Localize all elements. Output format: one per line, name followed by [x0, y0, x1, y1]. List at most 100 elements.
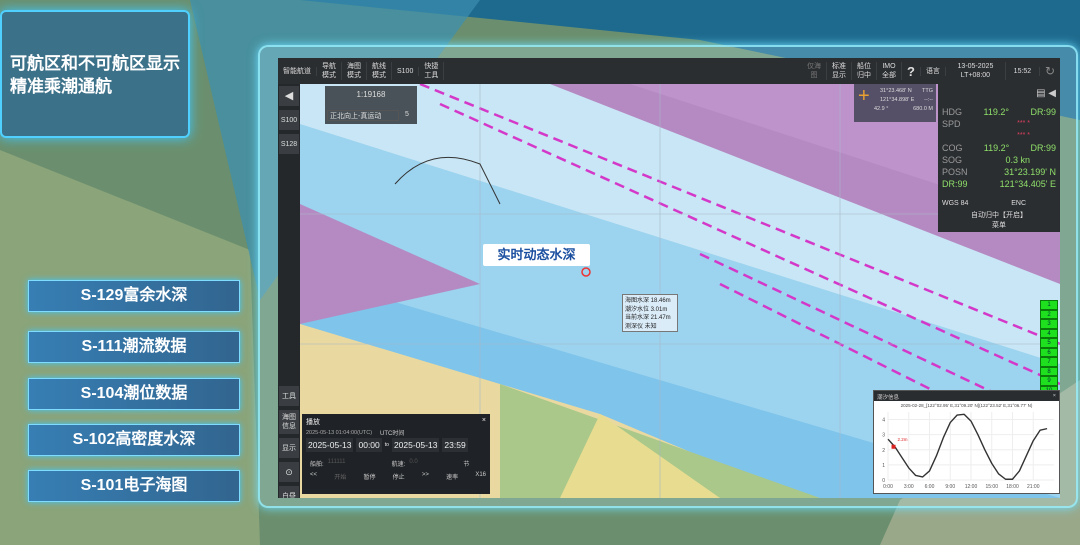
- speed-label: 航速:: [391, 462, 406, 468]
- depth-level-6: 6: [1040, 347, 1058, 357]
- chart-mode-button[interactable]: 海图 模式: [342, 62, 367, 80]
- speed-input[interactable]: 0.0: [409, 459, 459, 468]
- screenshot-icon[interactable]: ⊙: [279, 462, 299, 482]
- standard-display-button[interactable]: 标准 显示: [827, 62, 852, 80]
- x-tick-label: 3:00: [904, 484, 914, 490]
- orientation-select[interactable]: 正北向上-真运动: [327, 110, 399, 121]
- tools-button[interactable]: 工具: [279, 386, 299, 406]
- close-icon[interactable]: ×: [1053, 393, 1056, 399]
- from-time-input[interactable]: 00:00: [356, 438, 382, 452]
- s102-button[interactable]: S-102高密度水深: [28, 424, 240, 456]
- date: 13-05-2025: [957, 63, 994, 70]
- forward-button[interactable]: >>: [422, 472, 429, 481]
- scale-panel: 1:19168 正北向上-真运动 5: [325, 86, 417, 124]
- collapse-arrow-icon[interactable]: ◀: [279, 86, 299, 106]
- s100-side-button[interactable]: S100: [279, 110, 299, 130]
- ship-label: 船舶:: [310, 462, 324, 468]
- chart-info-button[interactable]: 海图 信息: [279, 410, 299, 434]
- s128-side-button[interactable]: S128: [279, 134, 299, 154]
- posn-lon: 121°34.405' E: [999, 179, 1056, 189]
- timezone: LT+08:00: [960, 72, 991, 79]
- chart-type: ENC: [1011, 200, 1026, 207]
- depth-scale: 1234567891011: [1040, 300, 1058, 405]
- smart-channel-button[interactable]: 智能航道: [278, 66, 317, 76]
- x-tick-label: 0:00: [883, 484, 893, 490]
- feature-title-box: 可航区和不可航区显示 精准乘潮通航: [0, 10, 190, 138]
- nav-mode-button[interactable]: 导航 模式: [317, 62, 342, 80]
- x-tick-label: 18:00: [1006, 484, 1019, 490]
- language-button[interactable]: 语言: [921, 66, 946, 76]
- center-ship-button[interactable]: 船位 归中: [852, 62, 877, 80]
- daylight-button[interactable]: 白昼: [279, 486, 299, 498]
- crosshair-icon: +: [858, 85, 870, 107]
- datetime: 13-05-2025 LT+08:00: [946, 62, 1006, 80]
- rate-value[interactable]: X16: [475, 472, 486, 481]
- refresh-icon[interactable]: ↻: [1040, 65, 1060, 77]
- top-toolbar: 智能航道 导航 模式 海图 模式 航线 模式 S100 快捷 工具 仅海 图 标…: [278, 58, 1060, 84]
- scale-step[interactable]: 5: [405, 111, 409, 118]
- help-button[interactable]: ?: [902, 65, 921, 78]
- clock: 15:52: [1006, 66, 1040, 76]
- s101-button[interactable]: S-101电子海图: [28, 470, 240, 502]
- chart-only-button[interactable]: 仅海 图: [802, 62, 827, 80]
- cog-value: 119.2°: [983, 143, 1010, 153]
- s129-button[interactable]: S-129富余水深: [28, 280, 240, 312]
- route-mode-button[interactable]: 航线 模式: [367, 62, 392, 80]
- sog-value: 0.3 kn: [1005, 155, 1030, 165]
- current-tide-marker: [891, 444, 896, 449]
- depth-level-7: 7: [1040, 357, 1058, 367]
- depth-level-3: 3: [1040, 319, 1058, 329]
- posn-source: DR:99: [942, 179, 968, 189]
- menu-button[interactable]: 菜单: [938, 220, 1060, 230]
- pause-button[interactable]: 暂停: [363, 472, 375, 481]
- cog-source: DR:99: [1030, 143, 1056, 153]
- marker-label: 2.2m: [898, 437, 908, 442]
- left-toolbar: ◀ S100 S128 工具 海图 信息 显示 ⊙ 白昼: [278, 84, 300, 498]
- stop-button[interactable]: 停止: [393, 472, 405, 481]
- s111-button[interactable]: S-111潮流数据: [28, 331, 240, 363]
- posn-label: POSN: [942, 167, 968, 177]
- to-time-input[interactable]: 23:59: [442, 438, 468, 452]
- utc-label: UTC时间: [380, 431, 405, 437]
- x-tick-label: 12:00: [965, 484, 978, 490]
- pages-icon[interactable]: ▤: [1036, 88, 1045, 99]
- datum: WGS 84: [942, 200, 969, 207]
- ship-select[interactable]: 111111: [328, 459, 388, 468]
- ttg-label: TTG: [922, 88, 933, 94]
- hdg-value: 119.2°: [983, 107, 1009, 117]
- display-button[interactable]: 显示: [279, 438, 299, 458]
- quick-tools-button[interactable]: 快捷 工具: [419, 62, 445, 80]
- cursor-readout: + 31°23.468' N TTG 121°34.898' E --:-- 4…: [854, 84, 936, 122]
- x-tick-label: 6:00: [925, 484, 935, 490]
- realtime-depth-callout: 实时动态水深: [483, 244, 590, 266]
- s100-button[interactable]: S100: [392, 66, 420, 76]
- depth-level-5: 5: [1040, 338, 1058, 348]
- to-date-input[interactable]: 2025-05-13: [391, 438, 440, 452]
- cursor-lat: 31°23.468' N: [880, 88, 912, 94]
- y-tick-label: 1: [882, 463, 885, 469]
- spd-value: *** *: [1017, 120, 1030, 127]
- title-line1: 可航区和不可航区显示: [10, 54, 180, 73]
- spd-value-2: *** *: [1017, 132, 1030, 139]
- depth-info-popup: 海图水深 18.46m 潮汐水位 3.01m 当前水深 21.47m 测深仪 未…: [622, 294, 678, 332]
- x-tick-label: 9:00: [945, 484, 955, 490]
- auto-center-status[interactable]: 自动归中【开启】: [938, 210, 1060, 220]
- depth-level-4: 4: [1040, 328, 1058, 338]
- sound-icon[interactable]: ◀: [1048, 88, 1056, 99]
- s104-button[interactable]: S-104潮位数据: [28, 378, 240, 410]
- ecdis-screen: 智能航道 导航 模式 海图 模式 航线 模式 S100 快捷 工具 仅海 图 标…: [278, 58, 1060, 498]
- from-date-input[interactable]: 2025-05-13: [306, 438, 354, 452]
- hdg-label: HDG: [942, 107, 962, 117]
- cursor-lon: 121°34.898' E: [880, 97, 915, 103]
- tide-level: 潮汐水位 3.01m: [625, 306, 668, 313]
- depth-level-1: 1: [1040, 300, 1058, 310]
- echo-sounder: 测深仪 未知: [625, 323, 657, 330]
- current-depth: 当前水深 21.47m: [625, 315, 671, 321]
- imo-all-button[interactable]: IMO 全部: [877, 62, 902, 80]
- close-icon[interactable]: ×: [482, 417, 486, 427]
- start-button[interactable]: 开始: [334, 472, 346, 481]
- x-tick-label: 21:00: [1027, 484, 1040, 490]
- rewind-button[interactable]: <<: [310, 472, 317, 481]
- cursor-bearing: 42.9 °: [874, 106, 889, 112]
- cog-label: COG: [942, 143, 963, 153]
